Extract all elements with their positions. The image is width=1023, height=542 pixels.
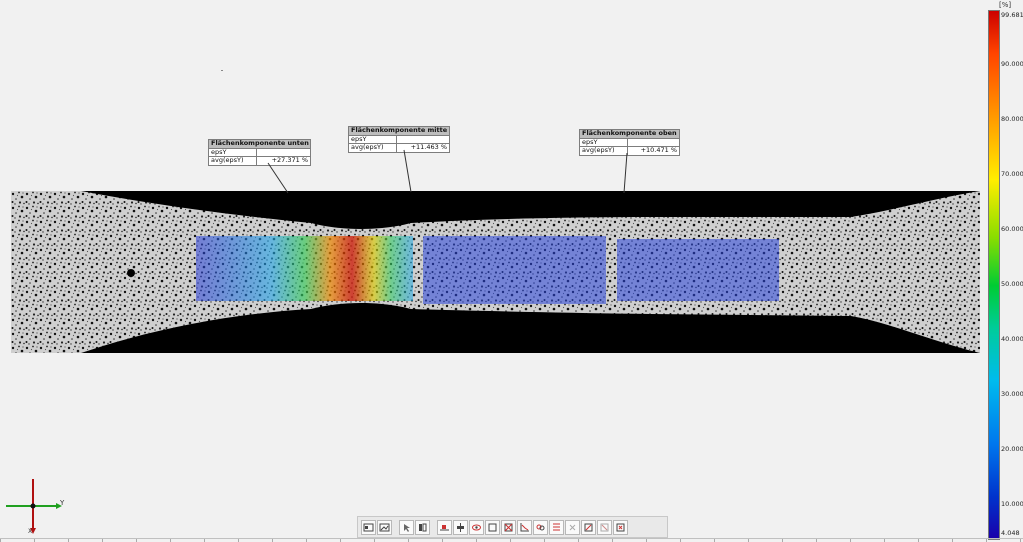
layer-icon[interactable] — [581, 519, 596, 535]
link-icon[interactable] — [533, 519, 548, 535]
leader-mitte — [403, 149, 412, 193]
align-icon[interactable] — [437, 519, 452, 535]
image-icon[interactable] — [377, 519, 392, 535]
leader-lines — [267, 149, 628, 194]
axis-x-label: X — [28, 528, 33, 535]
chart-icon[interactable] — [517, 519, 532, 535]
eye-icon[interactable] — [469, 519, 484, 535]
bottom-toolbar — [357, 516, 668, 538]
pattern-icon[interactable] — [549, 519, 564, 535]
scale-tick: 90.000 — [1001, 60, 1023, 68]
bottom-ruler — [0, 538, 1023, 542]
rectangle-icon[interactable] — [485, 519, 500, 535]
scale-min: 4.048 — [1001, 529, 1020, 537]
export-icon[interactable] — [613, 519, 628, 535]
scale-tick: 10.000 — [1001, 500, 1023, 508]
layer-remove-icon[interactable] — [597, 519, 612, 535]
scale-tick: 70.000 — [1001, 170, 1023, 178]
scale-tick: 80.000 — [1001, 115, 1023, 123]
scale-tick: 30.000 — [1001, 390, 1023, 398]
align-vertical-icon[interactable] — [453, 519, 468, 535]
color-scale-bar[interactable] — [988, 10, 1000, 540]
scale-tick: 40.000 — [1001, 335, 1023, 343]
select-icon[interactable] — [399, 519, 414, 535]
scale-tick: 50.000 — [1001, 280, 1023, 288]
scale-tick: 20.000 — [1001, 445, 1023, 453]
view-icon[interactable] — [361, 519, 376, 535]
grid-icon[interactable] — [501, 519, 516, 535]
leader-oben — [623, 152, 628, 194]
axis-y-label: Y — [60, 499, 65, 507]
scale-max: 99.681 — [1001, 11, 1023, 19]
leader-unten — [267, 162, 289, 194]
scale-tick: 60.000 — [1001, 225, 1023, 233]
mirror-icon[interactable] — [415, 519, 430, 535]
scale-unit: [%] — [999, 1, 1012, 9]
delete-icon[interactable] — [565, 519, 580, 535]
